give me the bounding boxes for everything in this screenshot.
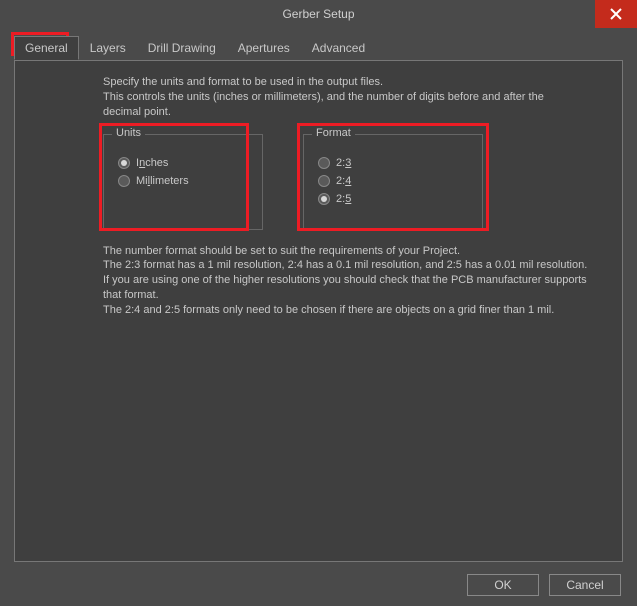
notes-p2: The 2:3 format has a 1 mil resolution, 2… <box>103 258 594 273</box>
cancel-button-label: Cancel <box>566 578 603 592</box>
tab-general-label: General <box>25 41 68 55</box>
radio-2-5[interactable]: 2:5 <box>318 193 468 205</box>
radio-millimeters[interactable]: Millimeters <box>118 175 248 187</box>
tab-layers[interactable]: Layers <box>79 36 137 60</box>
notes-text: The number format should be set to suit … <box>103 244 594 318</box>
tab-drill-drawing[interactable]: Drill Drawing <box>137 36 227 60</box>
radio-icon <box>118 157 130 169</box>
notes-p1: The number format should be set to suit … <box>103 244 594 259</box>
tab-drill-label: Drill Drawing <box>148 41 216 55</box>
tab-advanced-label: Advanced <box>312 41 365 55</box>
radio-inches[interactable]: Inches <box>118 157 248 169</box>
ok-button[interactable]: OK <box>467 574 539 596</box>
units-legend: Units <box>112 127 145 139</box>
tab-bar: General Layers Drill Drawing Apertures A… <box>0 28 637 60</box>
intro-text: Specify the units and format to be used … <box>103 75 584 120</box>
radio-2-3[interactable]: 2:3 <box>318 157 468 169</box>
close-button[interactable] <box>595 0 637 28</box>
ok-button-label: OK <box>494 578 511 592</box>
intro-line1: Specify the units and format to be used … <box>103 75 584 90</box>
groups-row: Units Inches Millimeters Format 2:3 2:4 <box>103 134 604 230</box>
format-legend: Format <box>312 127 355 139</box>
radio-2-3-label: 2:3 <box>336 157 351 169</box>
radio-icon <box>318 175 330 187</box>
cancel-button[interactable]: Cancel <box>549 574 621 596</box>
radio-millimeters-label: Millimeters <box>136 175 189 187</box>
content-panel: Specify the units and format to be used … <box>14 60 623 562</box>
radio-icon <box>118 175 130 187</box>
intro-line2: This controls the units (inches or milli… <box>103 90 584 120</box>
radio-icon <box>318 193 330 205</box>
tab-general[interactable]: General <box>14 36 79 60</box>
notes-p4: The 2:4 and 2:5 formats only need to be … <box>103 303 594 318</box>
radio-icon <box>318 157 330 169</box>
radio-inches-label: Inches <box>136 157 168 169</box>
radio-2-4[interactable]: 2:4 <box>318 175 468 187</box>
tab-apertures-label: Apertures <box>238 41 290 55</box>
window-title: Gerber Setup <box>282 7 354 21</box>
tab-layers-label: Layers <box>90 41 126 55</box>
radio-2-4-label: 2:4 <box>336 175 351 187</box>
units-group: Units Inches Millimeters <box>103 134 263 230</box>
close-icon <box>610 8 622 20</box>
button-row: OK Cancel <box>0 574 637 606</box>
tab-advanced[interactable]: Advanced <box>301 36 376 60</box>
radio-2-5-label: 2:5 <box>336 193 351 205</box>
notes-p3: If you are using one of the higher resol… <box>103 273 594 303</box>
format-group: Format 2:3 2:4 2:5 <box>303 134 483 230</box>
titlebar: Gerber Setup <box>0 0 637 28</box>
tab-apertures[interactable]: Apertures <box>227 36 301 60</box>
